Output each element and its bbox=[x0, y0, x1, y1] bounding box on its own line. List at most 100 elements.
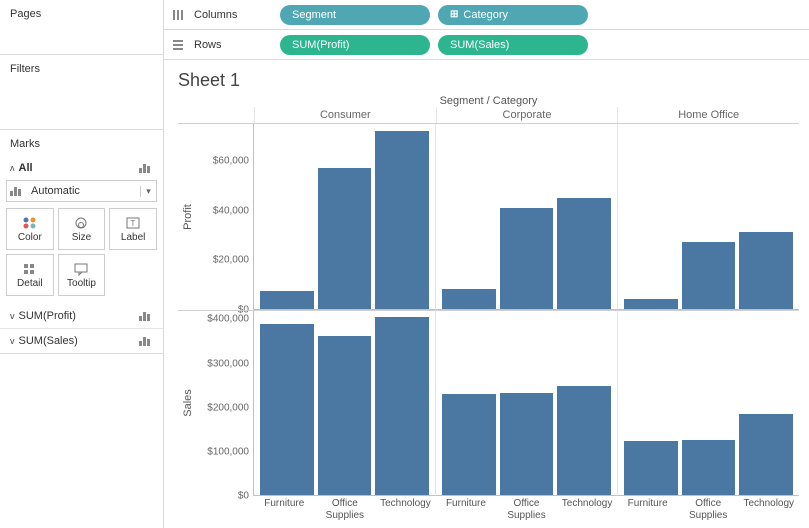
segment-header-cell[interactable]: Home Office bbox=[617, 107, 799, 123]
chevron-up-icon: ʌ bbox=[10, 163, 15, 173]
y-ticks-profit: $60,000$40,000$20,000$0 bbox=[198, 124, 254, 310]
x-category-label[interactable]: Technology bbox=[375, 496, 436, 524]
mark-type-value: Automatic bbox=[27, 185, 140, 197]
bar[interactable] bbox=[682, 242, 736, 308]
plot-area-profit bbox=[254, 124, 799, 310]
axis-tick: $0 bbox=[238, 491, 249, 502]
x-segment: FurnitureOfficeSuppliesTechnology bbox=[436, 496, 618, 524]
y-ticks-sales: $400,000$300,000$200,000$100,000$0 bbox=[198, 311, 254, 497]
tooltip-icon bbox=[73, 262, 89, 276]
sheet-title[interactable]: Sheet 1 bbox=[178, 70, 799, 91]
segment-group bbox=[435, 311, 617, 497]
columns-shelf[interactable]: Columns Segment ⊞Category bbox=[164, 0, 809, 30]
axis-tick: $100,000 bbox=[207, 446, 249, 457]
bar[interactable] bbox=[624, 299, 678, 309]
marks-all-row[interactable]: ʌAll bbox=[6, 158, 157, 178]
plus-icon: ⊞ bbox=[450, 9, 458, 20]
segment-group bbox=[254, 124, 435, 310]
bar[interactable] bbox=[739, 232, 793, 308]
x-segment: FurnitureOfficeSuppliesTechnology bbox=[617, 496, 799, 524]
pill-sum-profit[interactable]: SUM(Profit) bbox=[280, 35, 430, 55]
main-area: Columns Segment ⊞Category Rows SUM(Profi… bbox=[164, 0, 809, 528]
x-category-label[interactable]: Furniture bbox=[617, 496, 678, 524]
rows-label: Rows bbox=[194, 39, 272, 51]
axis-tick: $20,000 bbox=[213, 255, 249, 266]
pill-segment[interactable]: Segment bbox=[280, 5, 430, 25]
bar[interactable] bbox=[442, 394, 496, 495]
bar-icon bbox=[139, 336, 153, 346]
axis-tick: $60,000 bbox=[213, 156, 249, 167]
rows-shelf[interactable]: Rows SUM(Profit) SUM(Sales) bbox=[164, 30, 809, 60]
pill-sum-sales[interactable]: SUM(Sales) bbox=[438, 35, 588, 55]
marks-title: Marks bbox=[10, 138, 40, 150]
marks-measure-profit[interactable]: vSUM(Profit) bbox=[0, 304, 163, 328]
segment-header-cell[interactable]: Corporate bbox=[436, 107, 618, 123]
label-card[interactable]: T Label bbox=[109, 208, 157, 250]
bar[interactable] bbox=[260, 291, 314, 308]
color-icon bbox=[22, 216, 38, 230]
segment-group bbox=[617, 311, 799, 497]
bar[interactable] bbox=[500, 208, 554, 309]
bar[interactable] bbox=[442, 289, 496, 309]
axis-tick: $300,000 bbox=[207, 358, 249, 369]
pages-card: Pages bbox=[0, 0, 163, 55]
x-category-label[interactable]: OfficeSupplies bbox=[315, 496, 376, 524]
pill-category[interactable]: ⊞Category bbox=[438, 5, 588, 25]
bar[interactable] bbox=[318, 168, 372, 308]
tooltip-card[interactable]: Tooltip bbox=[58, 254, 106, 296]
columns-icon bbox=[170, 9, 186, 21]
axis-tick: $200,000 bbox=[207, 402, 249, 413]
chevron-down-icon: v bbox=[10, 311, 15, 321]
segment-group bbox=[254, 311, 435, 497]
color-card[interactable]: Color bbox=[6, 208, 54, 250]
axis-tick: $40,000 bbox=[213, 205, 249, 216]
x-category-label[interactable]: OfficeSupplies bbox=[678, 496, 739, 524]
bar-icon bbox=[10, 186, 24, 196]
x-category-label[interactable]: OfficeSupplies bbox=[496, 496, 557, 524]
x-segment: FurnitureOfficeSuppliesTechnology bbox=[254, 496, 436, 524]
pages-title: Pages bbox=[10, 8, 41, 20]
plot-area-sales bbox=[254, 311, 799, 497]
bar[interactable] bbox=[260, 324, 314, 495]
chart-row-profit: Profit $60,000$40,000$20,000$0 bbox=[178, 123, 799, 310]
bar[interactable] bbox=[375, 131, 429, 308]
axis-tick: $400,000 bbox=[207, 314, 249, 325]
bar[interactable] bbox=[557, 198, 611, 309]
size-icon bbox=[73, 216, 89, 230]
svg-text:T: T bbox=[131, 219, 136, 228]
size-card[interactable]: Size bbox=[58, 208, 106, 250]
x-category-label[interactable]: Technology bbox=[738, 496, 799, 524]
chevron-down-icon: v bbox=[10, 336, 15, 346]
bar-icon bbox=[139, 311, 153, 321]
segment-header: ConsumerCorporateHome Office bbox=[254, 107, 799, 123]
detail-card[interactable]: Detail bbox=[6, 254, 54, 296]
bar[interactable] bbox=[375, 317, 429, 495]
segment-header-cell[interactable]: Consumer bbox=[254, 107, 436, 123]
chart-row-sales: Sales $400,000$300,000$200,000$100,000$0 bbox=[178, 310, 799, 497]
columns-label: Columns bbox=[194, 9, 272, 21]
filters-card: Filters bbox=[0, 55, 163, 130]
rows-icon bbox=[170, 39, 186, 51]
bar-icon bbox=[139, 163, 153, 173]
x-axis: FurnitureOfficeSuppliesTechnologyFurnitu… bbox=[254, 496, 799, 524]
bar[interactable] bbox=[624, 441, 678, 495]
worksheet: Sheet 1 Segment / Category ConsumerCorpo… bbox=[164, 60, 809, 528]
marks-measure-sales[interactable]: vSUM(Sales) bbox=[0, 328, 163, 353]
x-category-label[interactable]: Furniture bbox=[436, 496, 497, 524]
bar[interactable] bbox=[739, 414, 793, 495]
side-panel: Pages Filters Marks ʌAll Automatic ▾ bbox=[0, 0, 164, 528]
bar[interactable] bbox=[682, 440, 736, 495]
filters-title: Filters bbox=[10, 63, 40, 75]
bar[interactable] bbox=[318, 336, 372, 495]
bar[interactable] bbox=[500, 393, 554, 495]
x-category-label[interactable]: Furniture bbox=[254, 496, 315, 524]
axis-title-sales[interactable]: Sales bbox=[182, 389, 194, 417]
x-category-label[interactable]: Technology bbox=[557, 496, 618, 524]
mark-type-select[interactable]: Automatic ▾ bbox=[6, 180, 157, 202]
marks-card: Marks ʌAll Automatic ▾ Color bbox=[0, 130, 163, 354]
chevron-down-icon: ▾ bbox=[140, 186, 156, 197]
segment-group bbox=[435, 124, 617, 310]
axis-title-profit[interactable]: Profit bbox=[182, 204, 194, 230]
chart-supertitle: Segment / Category bbox=[178, 95, 799, 107]
bar[interactable] bbox=[557, 386, 611, 495]
